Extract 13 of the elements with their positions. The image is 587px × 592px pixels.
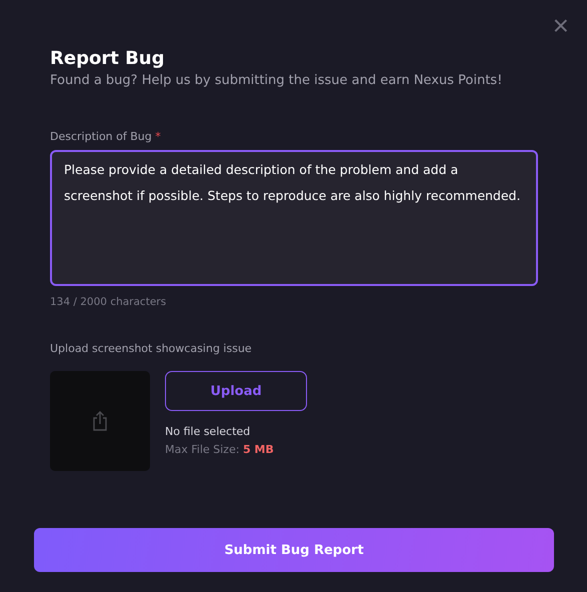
submit-button[interactable]: Submit Bug Report [34, 528, 554, 572]
character-counter: 134 / 2000 characters [50, 296, 168, 308]
description-field[interactable]: Please provide a detailed description of the problem and add a screenshot if possible. Steps to reproduce are also highly recommended. [50, 150, 538, 286]
dialog-subtitle: Found a bug? Help us by submitting the issue and earn Nexus Points! [50, 73, 504, 88]
upload-label: Upload screenshot showcasing issue [50, 342, 253, 355]
share-icon [92, 411, 108, 431]
upload-button[interactable]: Upload [165, 371, 307, 411]
upload-dropzone[interactable] [50, 371, 150, 471]
dialog-title: Report Bug [50, 48, 166, 69]
field-label: Description of Bug * [50, 130, 162, 143]
close-button[interactable]: × [548, 8, 573, 44]
file-size-limit: Max File Size: 5 MB [165, 443, 275, 456]
file-status: No file selected [165, 425, 252, 438]
